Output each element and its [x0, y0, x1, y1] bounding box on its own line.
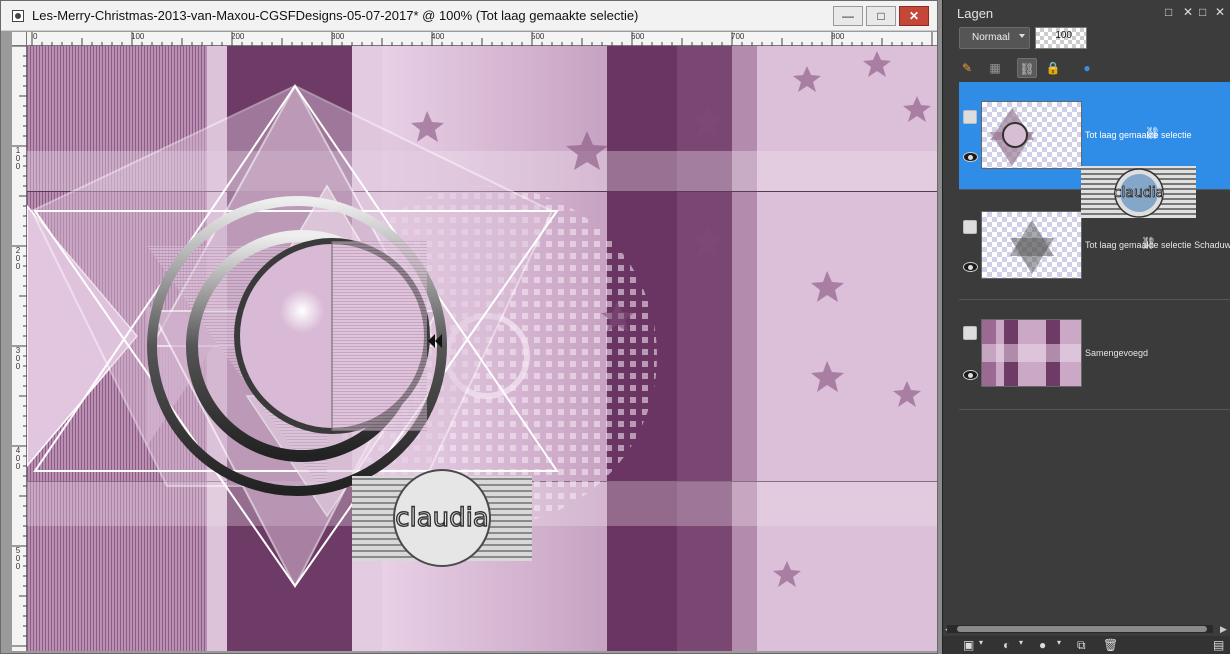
link-icon: ⛓ — [1145, 126, 1161, 140]
panel-float-icon[interactable]: □ — [1165, 5, 1172, 19]
chevron-down-icon[interactable]: ▾ — [979, 638, 983, 647]
ruler-label: 500 — [531, 32, 545, 41]
document-icon — [12, 10, 24, 22]
brush-icon[interactable]: ✎ — [957, 58, 977, 78]
panel-restore-icon[interactable]: □ — [1199, 5, 1206, 19]
adjustment-layer-icon[interactable]: ◐ — [1003, 638, 1010, 652]
layer-thumbnail-art — [990, 108, 1034, 166]
ruler-label: 100 — [131, 32, 145, 41]
ruler-label: 400 — [431, 32, 445, 41]
layers-panel[interactable]: Lagen □ ✕ □ ✕ Normaal 100 ✎ ▦ ⛓ 🔒 ● Tot … — [942, 0, 1230, 654]
watermark-text: claudia — [1114, 185, 1164, 201]
raster-layer-icon — [963, 220, 977, 234]
close-button[interactable]: ✕ — [899, 6, 929, 26]
layers-list: Tot laag gemaakte selectie ⛓ Tot laag ge… — [959, 82, 1230, 410]
ruler-label: 800 — [831, 32, 845, 41]
ruler-label: 300 — [331, 32, 345, 41]
ruler-label: 200 — [15, 246, 21, 271]
ruler-label: 300 — [15, 346, 21, 371]
delete-layer-icon[interactable]: 🗑 — [1103, 638, 1118, 652]
blend-mode-select[interactable]: Normaal — [959, 27, 1030, 49]
ruler-label: 700 — [731, 32, 745, 41]
raster-layer-icon — [963, 110, 977, 124]
watermark-plate: claudia — [352, 469, 532, 567]
layers-panel-header[interactable]: Lagen □ ✕ □ ✕ — [943, 0, 1230, 24]
ruler-label: 500 — [15, 546, 21, 571]
image-title: Les-Merry-Christmas-2013-van-Maxou-CGSFD… — [32, 8, 639, 23]
horizontal-ruler: 0 100 200 300 400 500 600 700 800 — [27, 32, 937, 46]
mask-icon[interactable]: ▦ — [985, 58, 1005, 78]
maximize-button[interactable]: □ — [866, 6, 896, 26]
lock-icon[interactable]: 🔒 — [1043, 58, 1063, 78]
scrollbar-thumb[interactable] — [957, 626, 1207, 632]
vertical-ruler: 100 200 300 400 500 — [12, 46, 27, 651]
horizontal-scrollbar[interactable] — [947, 625, 1213, 633]
eye-icon[interactable] — [963, 152, 978, 162]
new-layer-icon[interactable]: ▣ — [963, 638, 974, 652]
mask-layer-icon[interactable]: ● — [1039, 638, 1046, 652]
ruler-label: 200 — [231, 32, 245, 41]
image-window[interactable]: Les-Merry-Christmas-2013-van-Maxou-CGSFD… — [0, 0, 938, 654]
minimize-button[interactable]: — — [833, 6, 863, 26]
ruler-ticks-horizontal — [31, 32, 933, 46]
layer-properties-icon[interactable]: ▤ — [1213, 638, 1224, 652]
layer-thumbnail-art — [982, 320, 1081, 386]
ruler-corner — [12, 32, 27, 46]
layers-panel-title: Lagen — [957, 6, 994, 21]
raster-layer-icon — [963, 326, 977, 340]
app-root: Les-Merry-Christmas-2013-van-Maxou-CGSFD… — [0, 0, 1230, 654]
layer-thumbnail — [981, 211, 1082, 279]
scroll-right-icon[interactable]: ▶ — [1220, 624, 1227, 635]
ruler-label: 600 — [631, 32, 645, 41]
globe-icon[interactable]: ● — [1077, 58, 1097, 78]
layer-name: Samengevoegd — [1085, 348, 1149, 358]
layer-row[interactable]: Samengevoegd — [959, 302, 1230, 410]
ruler-label: 400 — [15, 446, 21, 471]
layers-bottom-toolbar: ▣ ▾ ◐ ▾ ● ▾ ⧉ 🗑 ▤ — [943, 636, 1230, 654]
panel-hide-icon[interactable]: ✕ — [1215, 5, 1225, 19]
watermark-text: claudia — [395, 503, 489, 533]
eye-icon[interactable] — [963, 262, 978, 272]
opacity-field[interactable]: 100 — [1035, 27, 1087, 49]
chevron-down-icon[interactable]: ▾ — [1057, 638, 1061, 647]
ruler-label: 100 — [15, 146, 21, 171]
watermark-preview: claudia — [1081, 166, 1196, 218]
link-icon: ⛓ — [1141, 236, 1157, 250]
layer-name: Tot laag gemaakte selectie — [1085, 130, 1192, 140]
layer-name: Tot laag gemaakte selectie Schaduw — [1085, 240, 1230, 250]
chevron-down-icon[interactable]: ▾ — [1019, 638, 1023, 647]
layer-thumbnail — [981, 319, 1082, 387]
layer-thumbnail-art — [1010, 220, 1054, 274]
artwork: claudia — [27, 46, 937, 651]
ruler-label: 0 — [33, 32, 38, 41]
image-titlebar[interactable]: Les-Merry-Christmas-2013-van-Maxou-CGSFD… — [1, 1, 937, 31]
layers-toolbar: ✎ ▦ ⛓ 🔒 ● — [953, 58, 1223, 80]
layer-thumbnail — [981, 101, 1082, 169]
panel-close-icon[interactable]: ✕ — [1183, 5, 1193, 19]
chevron-down-icon — [1019, 34, 1025, 38]
image-canvas[interactable]: claudia — [27, 46, 937, 651]
eye-icon[interactable] — [963, 370, 978, 380]
group-icon[interactable]: ⧉ — [1077, 638, 1086, 653]
link-icon[interactable]: ⛓ — [1017, 58, 1037, 78]
